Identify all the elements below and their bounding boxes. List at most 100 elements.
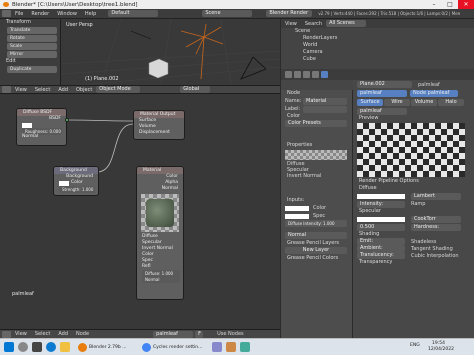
taskbar-app-icon[interactable] [212,342,222,352]
material-slot[interactable]: palmleaf [357,90,407,97]
render-pipeline-title[interactable]: Render Pipeline Options [353,178,474,185]
sub-material-field[interactable]: palmleaf [357,107,407,115]
outliner-display-mode[interactable]: All Scenes [326,20,367,27]
fake-user-button[interactable]: F [195,330,204,338]
close-button[interactable]: ✕ [458,0,474,9]
taskbar-app-icon[interactable] [226,342,236,352]
tab-surface[interactable]: Surface [357,99,383,106]
search-icon[interactable] [18,342,28,352]
node-label-field[interactable] [303,105,347,113]
menu-window[interactable]: Window [53,11,81,17]
scene-selector[interactable]: Scene [202,10,253,17]
render-tab-icon[interactable] [285,71,292,78]
menu-view[interactable]: View [11,87,31,93]
bg-color-swatch[interactable] [59,180,69,186]
outliner-item-world[interactable]: World [281,42,474,49]
start-icon[interactable] [4,342,14,352]
translucency-field[interactable]: Translucency: [357,252,405,259]
shading-section-title[interactable]: Shading [353,231,474,238]
ramp-toggle[interactable]: Ramp [411,201,425,207]
rotate-button[interactable]: Rotate [7,35,57,42]
node-menu-select[interactable]: Select [31,331,54,337]
world-tab-icon[interactable] [303,71,310,78]
tangent-shading-toggle[interactable]: Tangent Shading [411,246,453,252]
outliner-menu-view[interactable]: View [281,21,301,27]
use-nodes-toggle[interactable]: Use Nodes [217,331,244,337]
cubic-interpolation-toggle[interactable]: Cubic Interpolation [411,253,459,259]
specular-section-title[interactable]: Specular [353,208,474,215]
diffuse-shader-dropdown[interactable]: Lambert [411,192,461,200]
menu-help[interactable]: Help [81,11,100,17]
menu-object[interactable]: Object [72,87,96,93]
new-layer-button[interactable]: New Layer [285,247,347,254]
outliner-item-renderlayers[interactable]: RenderLayers [281,35,474,42]
normal-dropdown[interactable]: Normal [142,276,180,283]
menu-render[interactable]: Render [27,11,53,17]
transparency-section-title[interactable]: Transparency [353,259,474,266]
diffuse-intensity[interactable]: Intensity: [357,200,405,208]
scene-tab-icon[interactable] [294,71,301,78]
color-presets-dropdown[interactable]: Color Presets [285,120,347,127]
language-indicator[interactable]: ENG [410,343,420,348]
shadeless-toggle[interactable]: Shadeless [411,239,436,245]
clock-time[interactable]: 19:54 [432,341,445,346]
edit-panel-title[interactable]: Edit [0,58,60,65]
material-output-node[interactable]: Material Output Surface Volume Displacem… [133,110,185,140]
background-node[interactable]: Background Background Color Strength: 1.… [53,166,99,196]
material-node[interactable]: Material Color Alpha Normal Diffuse Spec… [136,166,184,300]
specular-shader-dropdown[interactable]: CookTorr [411,215,461,223]
info-editor-icon[interactable] [2,10,11,17]
mode-selector[interactable]: Object Mode [96,86,141,93]
diffuse-section-title[interactable]: Diffuse [353,185,474,192]
node-editor-icon[interactable] [2,330,11,338]
preview-section-title[interactable]: Preview [353,115,474,122]
properties-section-title[interactable]: Properties [281,142,352,149]
task-view-icon[interactable] [32,342,42,352]
emit-field[interactable]: Emit: [357,238,405,245]
minimize-button[interactable]: – [426,0,442,9]
color-section-title[interactable]: Color [281,113,352,120]
file-explorer-icon[interactable] [60,342,70,352]
input-spec-swatch[interactable] [285,213,309,219]
node-section-title[interactable]: Node [281,90,352,97]
duplicate-button[interactable]: Duplicate [7,66,57,73]
ambient-field[interactable]: Ambient: [357,245,405,252]
node-name-field[interactable]: Material [303,97,347,105]
object-tab-icon[interactable] [312,71,319,78]
input-color-swatch[interactable] [285,205,309,211]
editor-type-icon[interactable] [2,86,11,93]
outliner-item-camera[interactable]: Camera [281,49,474,56]
transform-panel-title[interactable]: Transform [0,19,60,26]
taskbar-app-icon[interactable] [240,342,250,352]
node-editor[interactable]: Diffuse BSDF BSDF Roughness: 0.000 Norma… [0,94,280,329]
bsdf-socket[interactable] [65,118,69,122]
layout-selector[interactable]: Default [108,10,159,17]
diffuse-intensity-field[interactable]: Diffuse Intensity: 1.000 [285,220,347,227]
render-engine-selector[interactable]: Blender Render [266,10,313,17]
normal-input-dropdown[interactable]: Normal [285,232,347,239]
menu-select[interactable]: Select [31,87,54,93]
diffuse-color-swatch[interactable] [357,193,405,199]
edge-icon[interactable] [46,342,56,352]
3d-viewport[interactable]: User Persp (1) Plane.002 [61,19,280,85]
hardness-field[interactable]: Hardness: [411,223,461,231]
clock-date[interactable]: 12/04/2022 [428,347,454,352]
object-name-field[interactable]: Plane.002 [357,81,412,88]
mirror-button[interactable]: Mirror [7,51,57,58]
menu-add[interactable]: Add [54,87,72,93]
tab-volume[interactable]: Volume [411,99,437,106]
material-datablock-field[interactable]: palmleaf [153,330,194,338]
color-swatch[interactable] [22,122,32,128]
node-menu-view[interactable]: View [11,331,31,337]
outliner-item-scene[interactable]: Scene [281,28,474,35]
node-menu-add[interactable]: Add [54,331,72,337]
menu-file[interactable]: File [11,11,27,17]
translate-button[interactable]: Translate [7,27,57,34]
specular-intensity[interactable]: 0.500 [357,223,405,231]
material-tab-icon[interactable] [321,71,328,78]
grease-pencil-layers-title[interactable]: Grease Pencil Layers [281,240,352,247]
outliner-item-cube[interactable]: Cube [281,56,474,63]
orientation-selector[interactable]: Global [180,86,211,93]
node-menu-node[interactable]: Node [72,331,93,337]
tab-wire[interactable]: Wire [384,99,410,106]
